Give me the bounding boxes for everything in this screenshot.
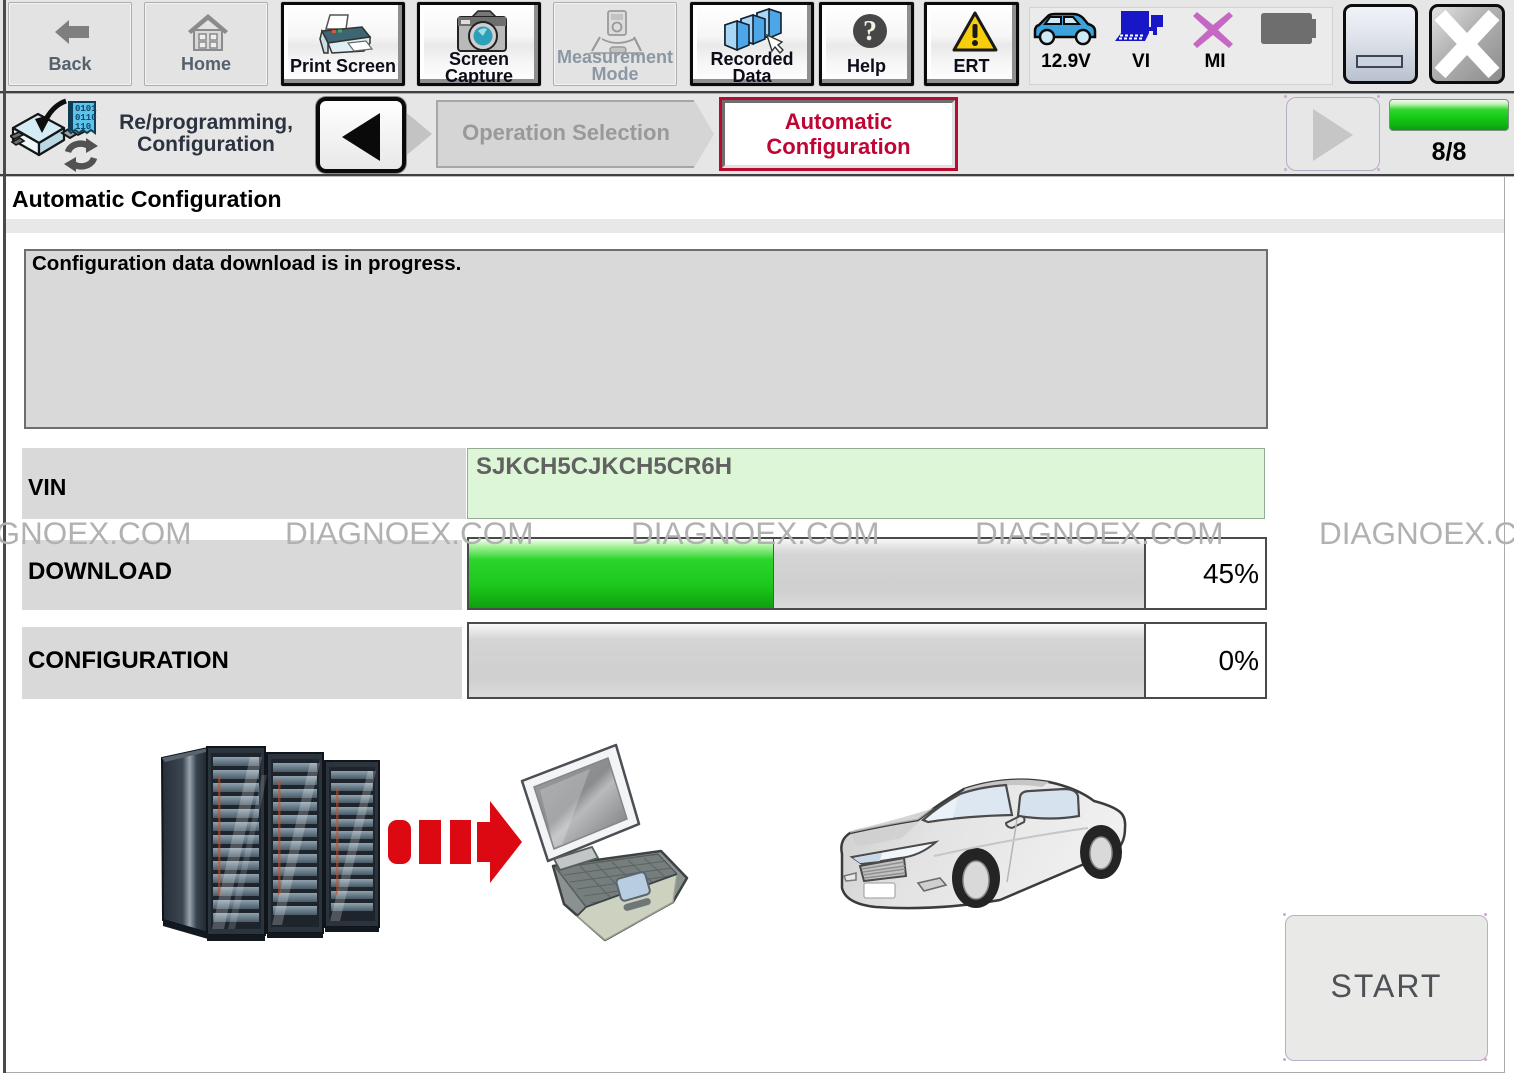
svg-text:110: 110 xyxy=(75,122,91,132)
svg-text:?: ? xyxy=(863,16,877,47)
